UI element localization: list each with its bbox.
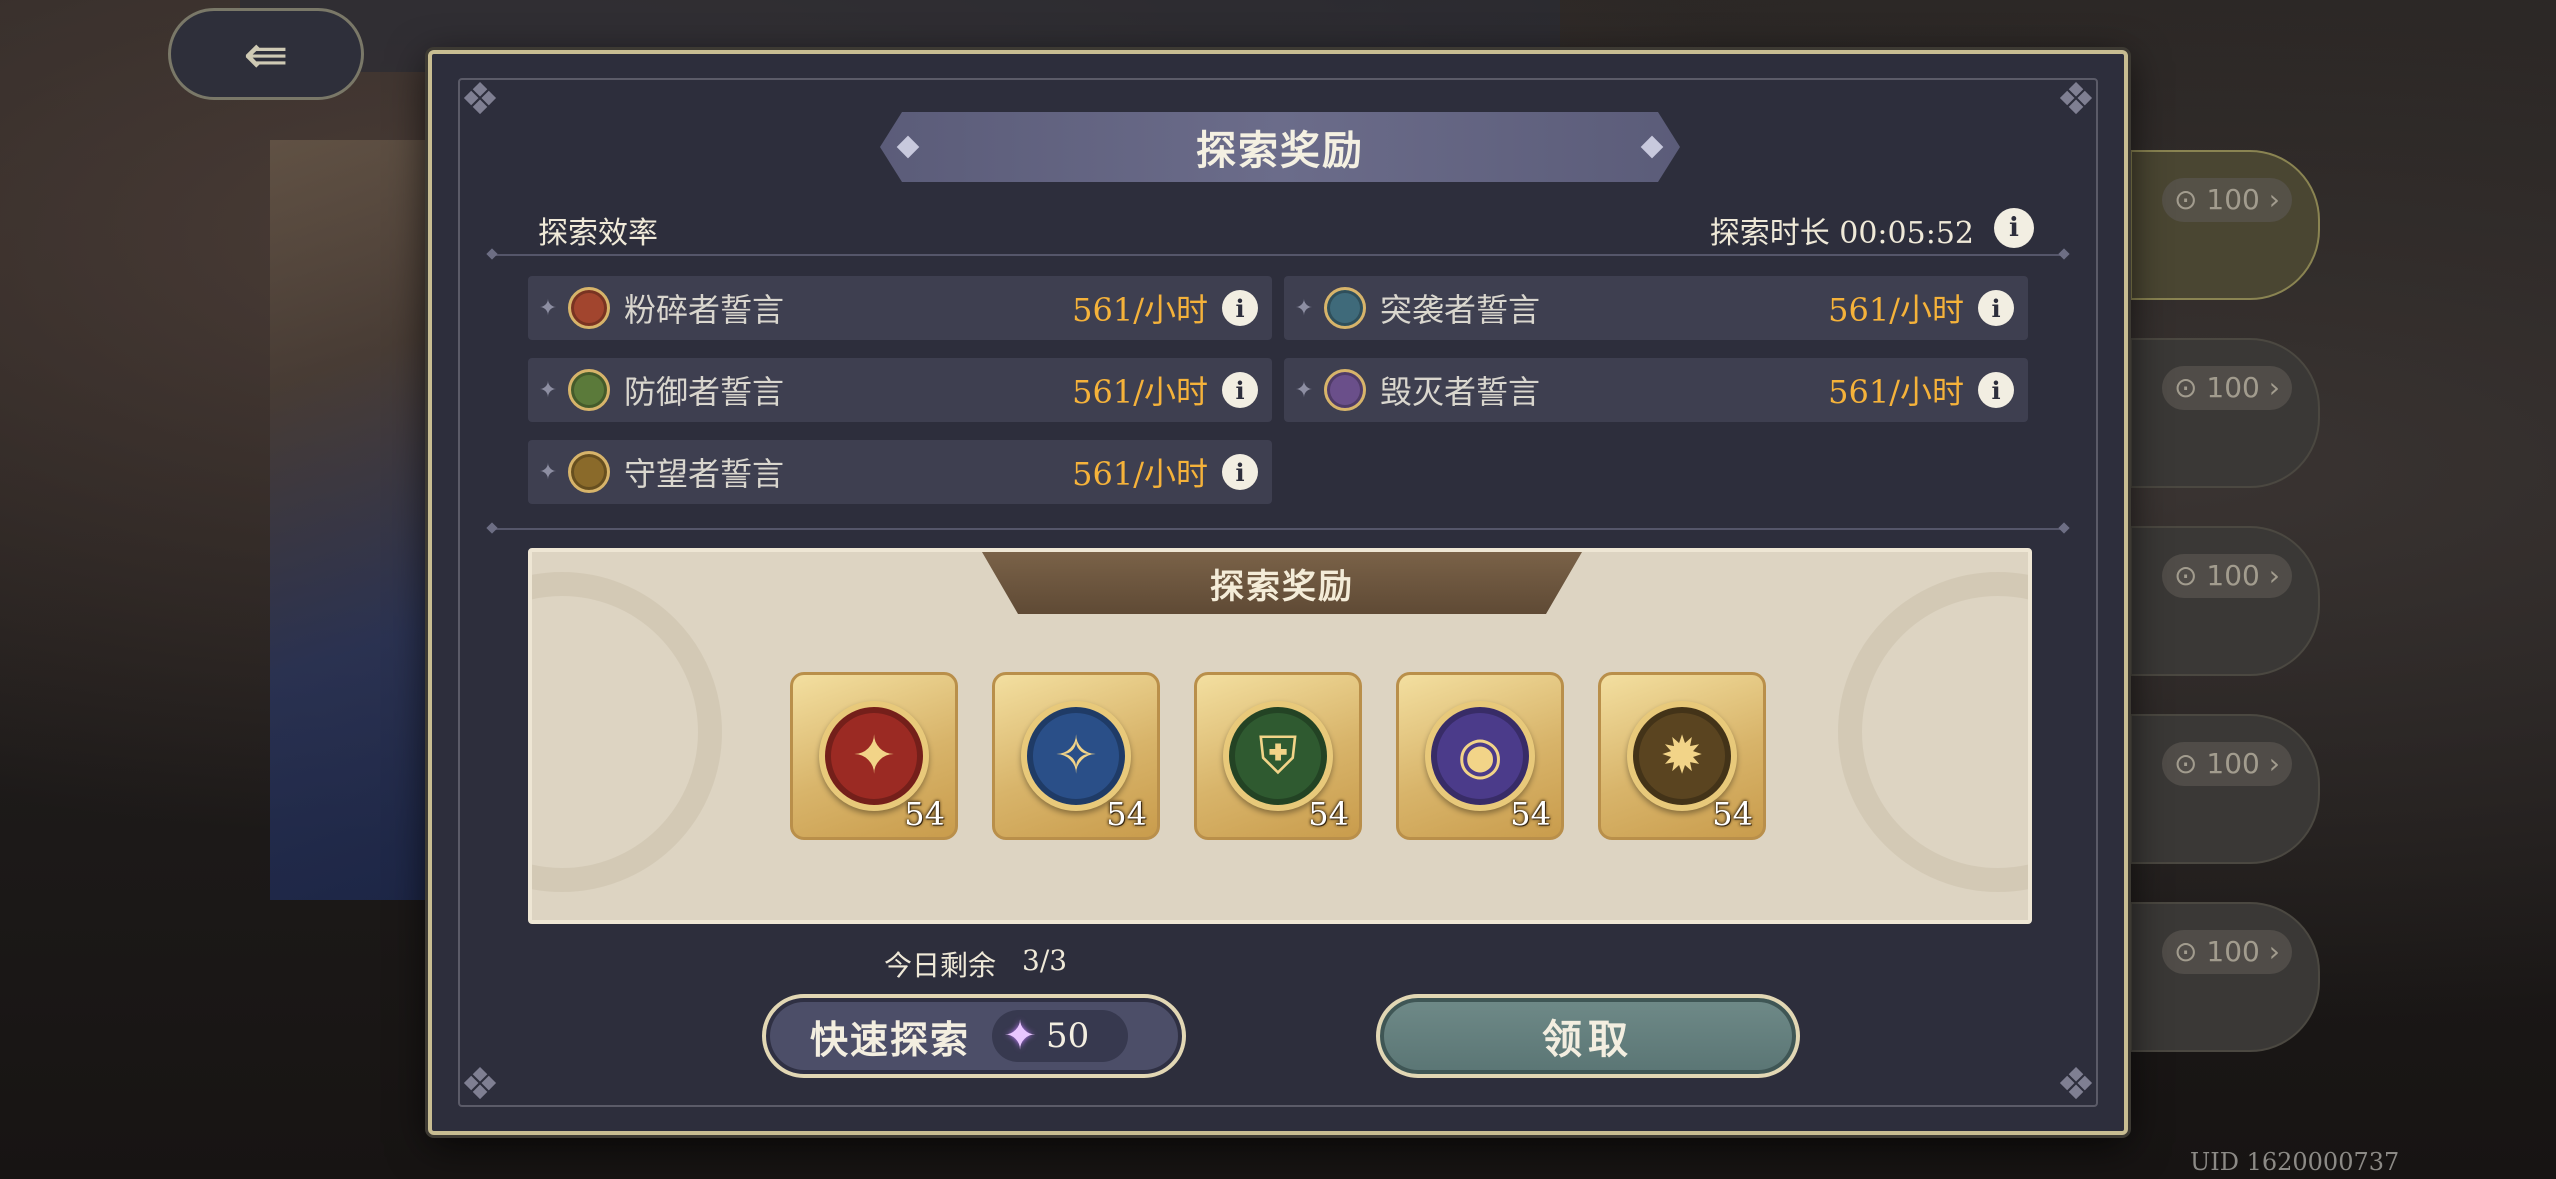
sparkle-icon: ✦ <box>538 377 558 403</box>
sparkle-icon: ✦ <box>1294 295 1314 321</box>
claim-label: 领取 <box>1542 1016 1634 1063</box>
title-diamond-icon <box>897 136 920 159</box>
panel-ornament <box>532 572 722 892</box>
background-level-card[interactable]: ⊙ 100 › <box>2130 526 2320 676</box>
remaining-label: 今日剩余 <box>884 949 997 982</box>
background-level-card[interactable]: ⊙ 100 › <box>2130 902 2320 1052</box>
back-arrow-icon: ⇚ <box>243 22 289 86</box>
sparkle-icon: ✦ <box>538 459 558 485</box>
efficiency-label: 探索效率 <box>538 216 658 251</box>
quick-explore-label: 快速探索 <box>810 1016 971 1062</box>
claim-button[interactable]: 领取 <box>1376 994 1800 1078</box>
title-diamond-icon <box>1641 136 1664 159</box>
reward-item[interactable]: ✹ 54 <box>1598 672 1766 840</box>
rate-info-icon[interactable]: i <box>1978 372 2014 408</box>
rate-row-watcher: ✦ 守望者誓言 561/小时 i <box>528 440 1272 504</box>
divider <box>492 528 2064 530</box>
reward-item[interactable]: ✧ 54 <box>992 672 1160 840</box>
level-cost-badge: ⊙ 100 › <box>2162 178 2292 222</box>
reward-items: ✦ 54 ✧ 54 ⛨ 54 ◉ 54 ✹ 54 <box>790 672 1766 840</box>
duration-info-icon[interactable]: i <box>1994 208 2034 248</box>
rate-value: 561/小时 <box>1072 455 1208 493</box>
reward-item[interactable]: ✦ 54 <box>790 672 958 840</box>
crystal-gem-icon: ✦ <box>1003 1013 1037 1059</box>
rate-value: 561/小时 <box>1828 373 1964 411</box>
dialog-title-plate: 探索奖励 <box>880 112 1680 182</box>
cost-amount: 50 <box>1046 1016 1090 1056</box>
reward-count: 54 <box>1106 795 1147 833</box>
reward-title: 探索奖励 <box>1210 566 1354 607</box>
watcher-medal-icon <box>568 451 610 493</box>
rate-name: 毁灭者誓言 <box>1380 373 1541 411</box>
rate-value: 561/小时 <box>1072 291 1208 329</box>
reward-title-ribbon: 探索奖励 <box>982 552 1582 614</box>
background-level-card[interactable]: ⊙ 100 › <box>2130 714 2320 864</box>
panel-ornament <box>1838 572 2028 892</box>
rate-row-raider: ✦ 突袭者誓言 561/小时 i <box>1284 276 2028 340</box>
exploration-reward-dialog: ❖ ❖ ❖ ❖ 探索奖励 探索效率 探索时长 00:05:52 i ✦ 粉碎者誓… <box>428 50 2128 1135</box>
background-level-card[interactable]: ⊙ 100 › <box>2130 150 2320 300</box>
rate-row-destroyer: ✦ 毁灭者誓言 561/小时 i <box>1284 358 2028 422</box>
rate-name: 防御者誓言 <box>624 373 785 411</box>
corner-ornament-icon: ❖ <box>2056 74 2096 125</box>
rate-info-icon[interactable]: i <box>1978 290 2014 326</box>
rate-row-crusher: ✦ 粉碎者誓言 561/小时 i <box>528 276 1272 340</box>
rate-info-icon[interactable]: i <box>1222 372 1258 408</box>
reward-count: 54 <box>904 795 945 833</box>
back-button[interactable]: ⇚ <box>168 8 364 100</box>
reward-panel: 探索奖励 ✦ 54 ✧ 54 ⛨ 54 ◉ 54 ✹ 54 <box>528 548 2032 924</box>
crusher-medal-icon <box>568 287 610 329</box>
destroyer-medal-icon <box>1324 369 1366 411</box>
daily-remaining: 今日剩余 3/3 <box>884 944 1067 984</box>
raider-medal-icon <box>1324 287 1366 329</box>
quick-explore-button[interactable]: 快速探索 ✦ 50 <box>762 994 1186 1078</box>
defender-medal-icon <box>568 369 610 411</box>
corner-ornament-icon: ❖ <box>2056 1059 2096 1110</box>
corner-ornament-icon: ❖ <box>460 1059 500 1110</box>
reward-item[interactable]: ◉ 54 <box>1396 672 1564 840</box>
rate-value: 561/小时 <box>1072 373 1208 411</box>
level-cost-badge: ⊙ 100 › <box>2162 930 2292 974</box>
rate-info-icon[interactable]: i <box>1222 290 1258 326</box>
exploration-duration: 探索时长 00:05:52 <box>1709 216 1974 251</box>
remaining-value: 3/3 <box>1022 944 1068 977</box>
level-cost-badge: ⊙ 100 › <box>2162 554 2292 598</box>
rate-value: 561/小时 <box>1828 291 1964 329</box>
reward-count: 54 <box>1308 795 1349 833</box>
level-cost-badge: ⊙ 100 › <box>2162 742 2292 786</box>
divider <box>492 254 2064 256</box>
user-id: UID 1620000737 <box>2190 1148 2400 1176</box>
rate-row-defender: ✦ 防御者誓言 561/小时 i <box>528 358 1272 422</box>
corner-ornament-icon: ❖ <box>460 74 500 125</box>
background-level-card[interactable]: ⊙ 100 › <box>2130 338 2320 488</box>
sparkle-icon: ✦ <box>538 295 558 321</box>
reward-count: 54 <box>1712 795 1753 833</box>
quick-explore-cost: ✦ 50 <box>992 1010 1129 1062</box>
reward-count: 54 <box>1510 795 1551 833</box>
rate-info-icon[interactable]: i <box>1222 454 1258 490</box>
level-cost-badge: ⊙ 100 › <box>2162 366 2292 410</box>
rate-name: 守望者誓言 <box>624 455 785 493</box>
rate-name: 突袭者誓言 <box>1380 291 1541 329</box>
sparkle-icon: ✦ <box>1294 377 1314 403</box>
rate-name: 粉碎者誓言 <box>624 291 785 329</box>
dialog-title: 探索奖励 <box>1196 127 1364 174</box>
reward-item[interactable]: ⛨ 54 <box>1194 672 1362 840</box>
